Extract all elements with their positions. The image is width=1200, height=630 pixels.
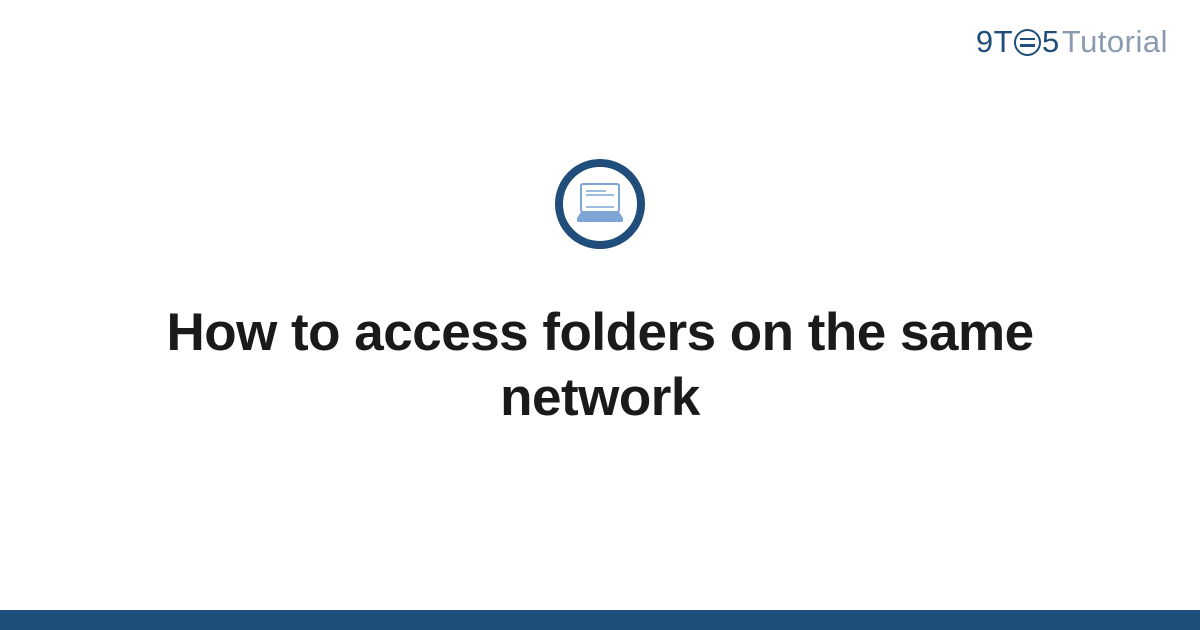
- article-title: How to access folders on the same networ…: [80, 301, 1120, 430]
- laptop-icon: [575, 182, 625, 226]
- hero-content: How to access folders on the same networ…: [0, 0, 1200, 630]
- laptop-icon-badge: [555, 159, 645, 249]
- footer-accent-bar: [0, 610, 1200, 630]
